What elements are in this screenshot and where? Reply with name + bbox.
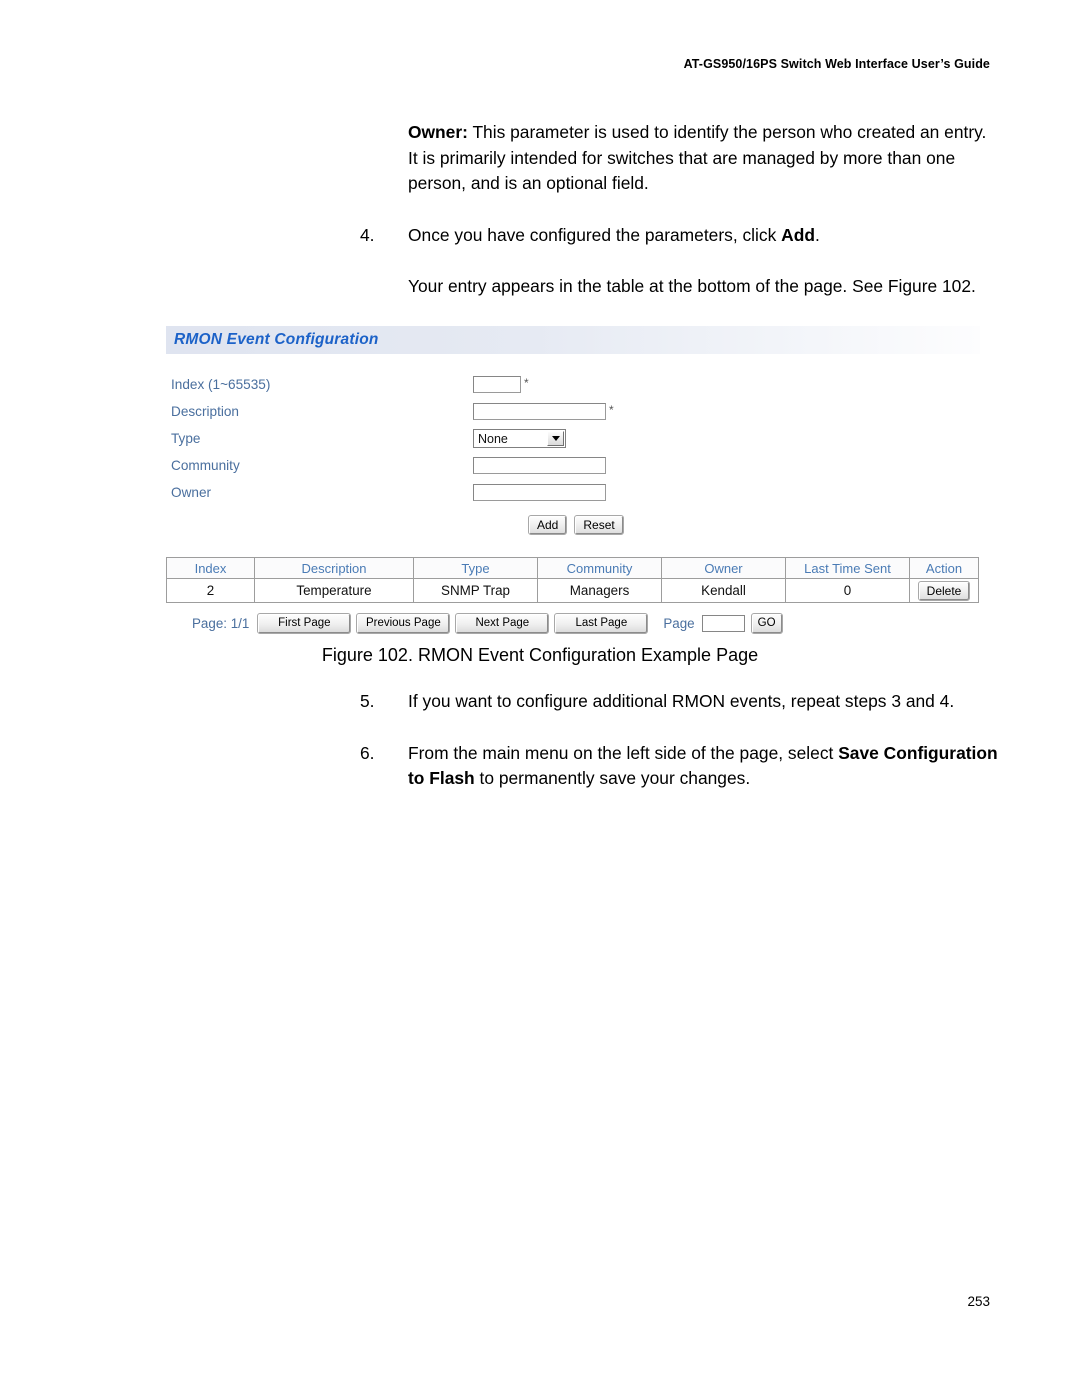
- cell-community: Managers: [537, 578, 662, 603]
- add-button[interactable]: Add: [527, 515, 568, 535]
- step-4: 4. Once you have configured the paramete…: [340, 223, 1000, 249]
- next-page-button[interactable]: Next Page: [455, 613, 550, 634]
- form-row-index: Index (1~65535) *: [166, 371, 980, 398]
- cell-action: Delete: [909, 578, 979, 603]
- index-input[interactable]: [473, 376, 521, 393]
- step-5-number: 5.: [360, 691, 375, 711]
- owner-definition-paragraph: Owner: This parameter is used to identif…: [340, 120, 1000, 197]
- previous-page-button[interactable]: Previous Page: [356, 613, 451, 634]
- type-select[interactable]: None: [473, 429, 566, 448]
- page-number: 253: [967, 1294, 990, 1309]
- step-6: 6. From the main menu on the left side o…: [340, 741, 1005, 792]
- column-header-community: Community: [537, 557, 662, 579]
- cell-type: SNMP Trap: [413, 578, 538, 603]
- step-6-text-after: to permanently save your changes.: [474, 768, 751, 788]
- rmon-event-table: Index Description Type Community Owner L…: [166, 557, 979, 603]
- body-text-upper: Owner: This parameter is used to identif…: [340, 120, 1000, 310]
- table-header-row: Index Description Type Community Owner L…: [166, 557, 979, 579]
- cell-description: Temperature: [254, 578, 414, 603]
- pagination-bar: Page: 1/1 First Page Previous Page Next …: [166, 613, 980, 634]
- description-label: Description: [171, 404, 239, 419]
- cell-last-time-sent: 0: [785, 578, 910, 603]
- form-action-buttons: Add Reset: [166, 515, 980, 535]
- first-page-button[interactable]: First Page: [257, 613, 352, 634]
- owner-definition-text: This parameter is used to identify the p…: [408, 122, 987, 193]
- column-header-type: Type: [413, 557, 538, 579]
- form-row-description: Description *: [166, 398, 980, 425]
- page-jump-input[interactable]: [701, 615, 745, 632]
- body-text-lower: 5. If you want to configure additional R…: [340, 689, 1005, 818]
- step-4-text-after: .: [814, 224, 820, 245]
- go-button[interactable]: GO: [750, 613, 783, 634]
- cell-index: 2: [166, 578, 255, 603]
- community-label: Community: [171, 458, 240, 473]
- add-keyword: Add: [781, 224, 815, 245]
- column-header-index: Index: [166, 557, 255, 579]
- community-input[interactable]: [473, 457, 606, 474]
- column-header-last-time-sent: Last Time Sent: [785, 557, 910, 579]
- chevron-down-icon[interactable]: [547, 431, 564, 446]
- index-label: Index (1~65535): [171, 377, 271, 392]
- form-row-community: Community: [166, 452, 980, 479]
- panel-title: RMON Event Configuration: [166, 326, 980, 354]
- form-row-type: Type None: [166, 425, 980, 452]
- entry-appears-paragraph: Your entry appears in the table at the b…: [408, 276, 976, 296]
- description-required-marker: *: [609, 403, 614, 417]
- description-input[interactable]: [473, 403, 606, 420]
- step-4-text-before: Once you have configured the parameters,…: [408, 224, 782, 245]
- form-row-owner: Owner: [166, 479, 980, 506]
- column-header-action: Action: [909, 557, 979, 579]
- rmon-event-configuration-figure: RMON Event Configuration Index (1~65535)…: [166, 326, 980, 634]
- step-5-text: If you want to configure additional RMON…: [408, 691, 955, 711]
- step-6-text: From the main menu on the left side of t…: [408, 741, 1005, 792]
- column-header-owner: Owner: [661, 557, 786, 579]
- column-header-description: Description: [254, 557, 414, 579]
- page-jump-label: Page: [663, 616, 695, 631]
- step-6-number: 6.: [360, 742, 375, 763]
- step-4-number: 4.: [360, 224, 375, 245]
- running-header: AT-GS950/16PS Switch Web Interface User’…: [683, 57, 990, 71]
- type-label: Type: [171, 431, 201, 446]
- owner-input[interactable]: [473, 484, 606, 501]
- page-status: Page: 1/1: [192, 616, 250, 631]
- table-row: 2 Temperature SNMP Trap Managers Kendall…: [166, 578, 979, 603]
- type-select-value: None: [478, 431, 508, 446]
- index-required-marker: *: [524, 376, 529, 390]
- last-page-button[interactable]: Last Page: [554, 613, 649, 634]
- rmon-event-form: Index (1~65535) * Description * Type Non…: [166, 354, 980, 535]
- step-5: 5. If you want to configure additional R…: [340, 689, 1005, 715]
- owner-label: Owner: [171, 485, 212, 500]
- cell-owner: Kendall: [661, 578, 786, 603]
- owner-term: Owner:: [408, 122, 468, 142]
- figure-caption: Figure 102. RMON Event Configuration Exa…: [321, 645, 759, 665]
- step-6-text-before: From the main menu on the left side of t…: [408, 742, 839, 763]
- step-4-text: Once you have configured the parameters,…: [408, 223, 1000, 249]
- delete-button[interactable]: Delete: [917, 580, 971, 601]
- reset-button[interactable]: Reset: [574, 515, 624, 535]
